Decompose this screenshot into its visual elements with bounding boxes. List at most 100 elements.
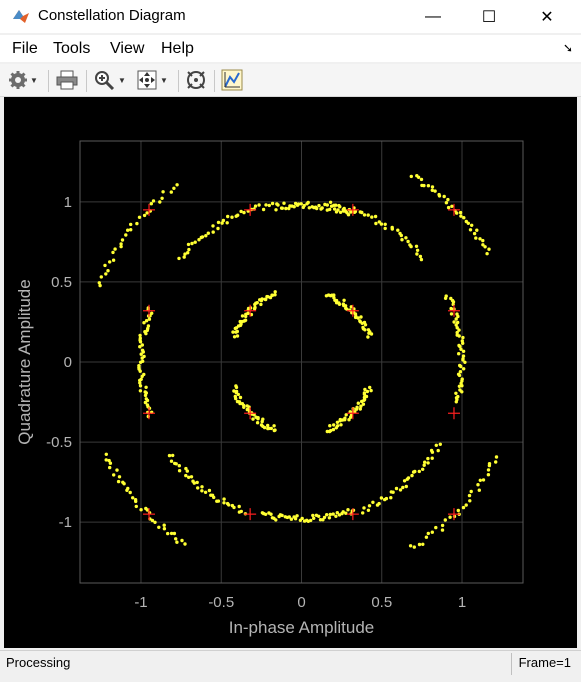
data-point [269, 512, 273, 516]
menu-file[interactable]: File [12, 40, 38, 58]
data-point [225, 221, 229, 225]
menu-help[interactable]: Help [161, 40, 194, 58]
data-point [338, 210, 343, 214]
data-point [134, 504, 138, 509]
data-point [362, 213, 367, 217]
chevron-down-icon[interactable]: ▼ [30, 76, 38, 85]
minimize-button[interactable]: — [410, 0, 456, 33]
data-point [494, 455, 499, 459]
data-point [370, 215, 374, 219]
data-point [454, 391, 458, 395]
chevron-down-icon[interactable]: ▼ [118, 76, 126, 85]
zoom-in-button[interactable]: ▼ [94, 68, 126, 92]
data-point [440, 528, 445, 532]
data-point [242, 405, 246, 409]
status-text: Processing [6, 655, 71, 670]
data-point [239, 509, 243, 514]
data-point [449, 312, 454, 316]
chevron-down-icon[interactable]: ▼ [160, 76, 168, 85]
data-point [323, 202, 327, 207]
dock-arrow-icon[interactable]: ➘ [563, 41, 573, 55]
data-point [426, 184, 431, 188]
data-point [379, 496, 384, 500]
menu-view[interactable]: View [110, 40, 144, 58]
data-point [346, 508, 350, 512]
data-point [476, 483, 480, 487]
data-point [421, 467, 425, 471]
data-point [125, 488, 129, 492]
data-point [172, 186, 176, 190]
data-point [461, 505, 466, 510]
zoom-in-icon [95, 71, 115, 90]
data-point [138, 389, 143, 393]
data-point [429, 448, 434, 453]
data-point [467, 493, 472, 498]
data-point [280, 513, 284, 518]
data-point [138, 369, 142, 373]
data-point [398, 231, 402, 236]
data-point [184, 473, 188, 478]
data-point [472, 231, 477, 236]
data-point [426, 531, 430, 536]
data-point [359, 315, 363, 319]
data-point [301, 205, 305, 210]
data-point [494, 460, 498, 464]
data-point [461, 335, 465, 340]
data-point [129, 228, 133, 232]
data-point [137, 215, 142, 219]
y-axis-label: Quadrature Amplitude [15, 279, 34, 444]
data-point [478, 478, 482, 482]
data-point [461, 354, 466, 358]
close-button[interactable]: ✕ [524, 0, 570, 33]
data-point [112, 473, 116, 477]
data-point [166, 531, 170, 536]
data-point [149, 202, 153, 206]
data-point [124, 233, 128, 237]
constellation-window: Constellation Diagram — ☐ ✕ File Tools V… [0, 0, 581, 682]
print-button[interactable] [56, 68, 78, 92]
data-point [211, 230, 215, 234]
zoom-fit-button[interactable]: ▼ [136, 68, 168, 92]
data-point [289, 517, 294, 521]
data-point [329, 204, 334, 208]
data-point [413, 469, 417, 474]
data-point [222, 497, 226, 501]
data-point [449, 306, 453, 311]
data-point [169, 190, 173, 194]
measurement-button[interactable] [221, 68, 243, 92]
data-point [367, 504, 372, 508]
data-point [108, 260, 112, 264]
settings-button[interactable]: ▼ [8, 68, 38, 92]
data-point [108, 461, 113, 465]
data-point [172, 531, 177, 536]
x-tick-label: 0 [297, 594, 305, 611]
reference-point [143, 407, 156, 420]
data-point [444, 294, 448, 298]
data-point [341, 302, 346, 306]
status-divider [511, 653, 512, 675]
x-tick-label: -1 [134, 594, 147, 611]
zoom-fit-icon [137, 70, 157, 90]
data-point [362, 391, 367, 395]
data-point [253, 302, 257, 307]
data-point [122, 482, 126, 486]
received-symbols [97, 174, 499, 549]
data-point [452, 320, 456, 324]
data-point [211, 224, 215, 228]
settings-icon [9, 71, 27, 89]
data-point [195, 480, 199, 485]
data-point [391, 490, 395, 494]
data-point [358, 407, 362, 411]
data-point [144, 331, 148, 336]
data-point [486, 468, 491, 472]
data-point [139, 352, 143, 356]
matlab-logo-icon [13, 10, 29, 23]
reference-constellation-button[interactable] [185, 68, 207, 92]
data-point [470, 223, 474, 227]
data-point [106, 269, 110, 273]
data-point [167, 453, 172, 458]
constellation-plot[interactable]: -1 -0.5 0 0.5 1 -1 -0.5 0 0.5 1 In-phase Amplitud… [4, 97, 577, 648]
data-point [406, 476, 411, 480]
maximize-button[interactable]: ☐ [466, 0, 512, 33]
menu-tools[interactable]: Tools [53, 40, 90, 58]
